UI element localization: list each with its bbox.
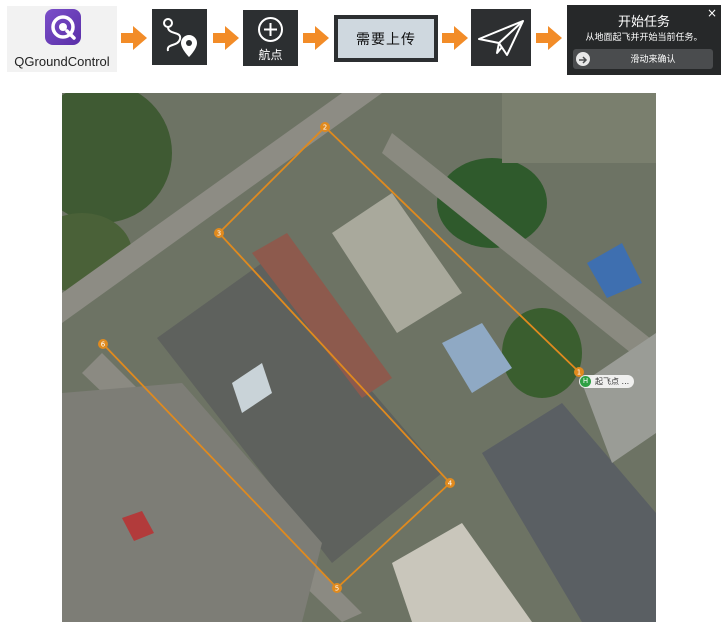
arrow-right-icon <box>536 26 562 50</box>
slide-to-confirm-slider[interactable]: 滑动来确认 <box>573 49 713 69</box>
waypoint-marker[interactable]: 6 <box>98 339 108 349</box>
waypoint-marker[interactable]: 3 <box>214 228 224 238</box>
qgroundcontrol-logo-icon <box>45 9 81 45</box>
svg-text:4: 4 <box>448 480 453 488</box>
svg-text:2: 2 <box>323 124 327 132</box>
satellite-imagery: 1 2 3 4 5 6 <box>62 93 656 622</box>
waypoint-marker[interactable]: 4 <box>445 478 455 488</box>
waypoint-label: 航点 <box>258 48 283 62</box>
arrow-right-icon <box>303 26 329 50</box>
plus-circle-icon <box>257 16 284 47</box>
add-waypoint-button[interactable]: 航点 <box>243 10 298 66</box>
arrow-right-circle-icon[interactable] <box>576 52 590 66</box>
svg-text:1: 1 <box>577 369 581 377</box>
start-mission-panel: 开始任务 从地面起飞并开始当前任务。 × 滑动来确认 <box>567 5 721 75</box>
plan-view-button[interactable] <box>152 9 207 65</box>
app-name: QGroundControl <box>14 54 110 69</box>
fly-view-button[interactable] <box>471 9 531 66</box>
qgroundcontrol-app-tile[interactable]: QGroundControl <box>7 6 117 72</box>
home-position-marker[interactable]: H 起飞点 ... <box>579 375 635 388</box>
svg-text:6: 6 <box>101 341 106 349</box>
upload-required-tile: 需要上传 <box>334 15 438 62</box>
arrow-right-icon <box>213 26 239 50</box>
start-mission-title: 开始任务 <box>617 15 670 30</box>
mission-map[interactable]: 1 2 3 4 5 6 H 起飞点 ... <box>62 93 656 622</box>
waypoint-marker[interactable]: 5 <box>332 583 342 593</box>
paper-plane-icon <box>471 9 531 70</box>
route-plan-icon <box>152 9 207 69</box>
svg-text:3: 3 <box>217 230 221 238</box>
waypoint-marker[interactable]: 2 <box>320 122 330 132</box>
svg-text:5: 5 <box>335 585 339 593</box>
home-icon: H <box>580 376 591 387</box>
arrow-right-icon <box>121 26 147 50</box>
close-icon[interactable]: × <box>707 6 717 20</box>
upload-required-button[interactable]: 需要上传 <box>338 19 434 58</box>
arrow-right-icon <box>442 26 468 50</box>
slider-label: 滑动来确认 <box>630 55 676 65</box>
start-mission-subtitle: 从地面起飞并开始当前任务。 <box>585 33 703 43</box>
home-position-label: 起飞点 ... <box>595 377 630 386</box>
